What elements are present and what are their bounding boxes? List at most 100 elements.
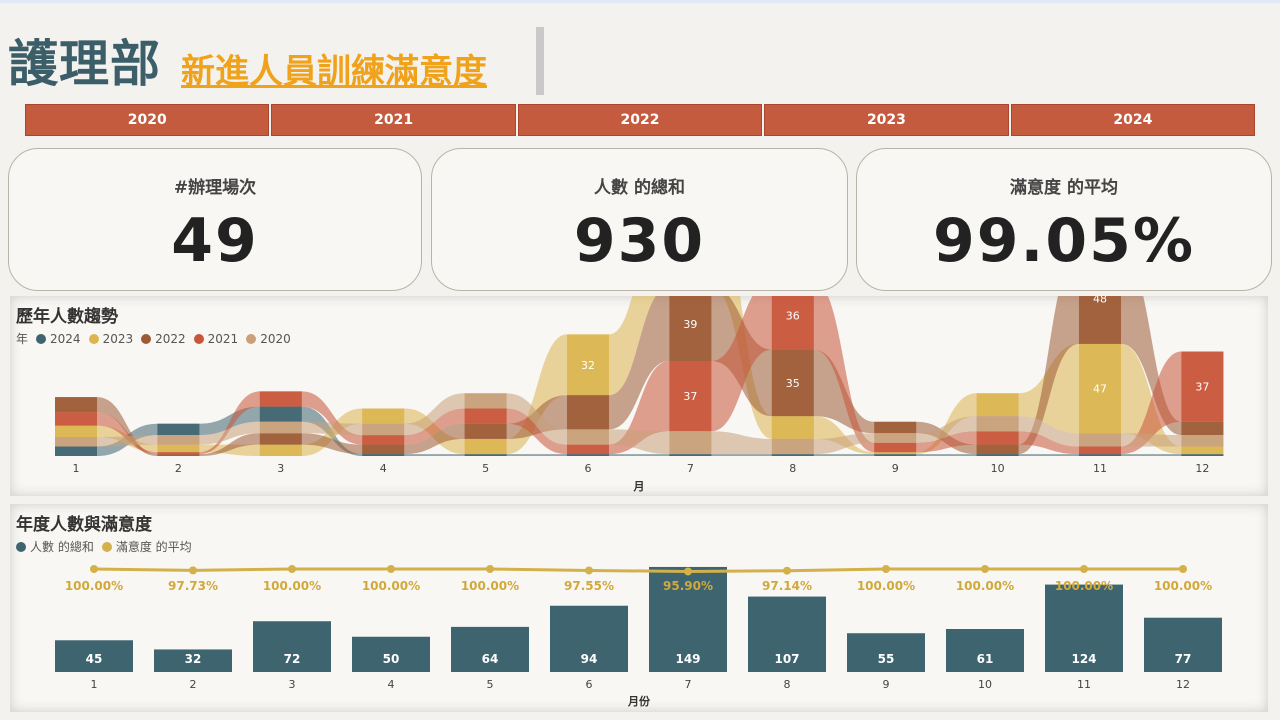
data-label-2021-8: 36 <box>786 309 800 322</box>
kpi-sessions-value: 49 <box>171 206 259 276</box>
line-point-2 <box>189 566 197 575</box>
year-filter-2023[interactable]: 2023 <box>764 104 1009 136</box>
x-tick-4: 4 <box>380 462 387 475</box>
kpi-people-value: 930 <box>573 206 706 276</box>
ribbon-block-2024-2 <box>157 423 200 436</box>
bar-label-12: 77 <box>1175 652 1192 666</box>
ribbon-block-2022-6 <box>567 395 609 430</box>
x-axis-label: 月 <box>633 480 645 493</box>
ribbon-block-2020-8 <box>771 438 814 455</box>
x-tick-12: 12 <box>1176 678 1190 691</box>
satisfaction-line <box>93 567 1183 573</box>
x-tick-11: 11 <box>1093 462 1107 475</box>
ribbon-block-2022-3 <box>259 433 302 445</box>
data-label-2022-7: 39 <box>683 318 697 331</box>
ribbon-block-2020-10 <box>976 416 1019 432</box>
line-label-12: 100.00% <box>1154 579 1212 593</box>
x-tick-3: 3 <box>277 462 284 475</box>
x-tick-9: 9 <box>892 462 899 475</box>
page-subtitle: 新進人員訓練滿意度 <box>181 52 487 92</box>
data-label-2021-7: 37 <box>683 390 697 403</box>
ribbon-block-2024-5 <box>464 454 507 456</box>
line-point-5 <box>486 565 494 573</box>
x-tick-11: 11 <box>1077 678 1091 691</box>
line-point-3 <box>288 565 296 573</box>
combo-chart-panel: 年度人數與滿意度 人數 的總和 滿意度 的平均 45 32 72 50 64 94 149 1… <box>10 504 1268 712</box>
x-tick-9: 9 <box>883 678 890 691</box>
bar-label-11: 124 <box>1071 652 1096 666</box>
line-point-7 <box>684 567 692 576</box>
x-tick-5: 5 <box>487 678 494 691</box>
ribbon-block-2022-5 <box>464 423 507 439</box>
ribbon-block-2023-12 <box>1181 446 1224 455</box>
year-filter-2022[interactable]: 2022 <box>517 104 763 136</box>
ribbon-block-2024-3 <box>259 406 302 422</box>
kpi-card-satisfaction: 滿意度 的平均 99.05% <box>856 148 1272 291</box>
ribbon-block-2020-2 <box>157 435 200 445</box>
x-tick-10: 10 <box>978 678 992 691</box>
line-point-10 <box>981 565 989 573</box>
bar-label-6: 94 <box>581 652 598 666</box>
year-filter-2020[interactable]: 2020 <box>25 104 270 136</box>
ribbon-block-2022-1 <box>55 397 97 413</box>
x-tick-7: 7 <box>687 462 694 475</box>
kpi-sessions-label: #辦理場次 <box>173 178 257 198</box>
ribbon-block-2022-9 <box>874 421 917 434</box>
line-label-7: 95.90% <box>663 579 713 593</box>
data-label-2022-11: 48 <box>1093 296 1107 305</box>
line-label-6: 97.55% <box>564 579 614 593</box>
ribbon-block-2022-10 <box>976 444 1019 455</box>
x-tick-10: 10 <box>991 462 1005 475</box>
line-label-3: 100.00% <box>263 579 321 593</box>
ribbon-block-2020-5 <box>464 393 507 409</box>
line-point-8 <box>783 566 791 575</box>
ribbon-block-2021-1 <box>55 412 97 426</box>
year-filter-2024[interactable]: 2024 <box>1010 104 1256 136</box>
page-title: 護理部 <box>8 35 161 93</box>
ribbon-block-2021-3 <box>259 391 302 407</box>
x-tick-2: 2 <box>175 462 182 475</box>
x-tick-1: 1 <box>73 462 80 475</box>
bar-label-7: 149 <box>675 652 700 666</box>
top-border <box>0 0 1280 3</box>
line-label-9: 100.00% <box>857 579 915 593</box>
ribbon-block-2021-6 <box>567 444 609 455</box>
title-divider <box>536 27 544 95</box>
ribbon-block-2023-5 <box>464 438 507 455</box>
ribbon-block-2023-3 <box>259 444 302 456</box>
x-tick-5: 5 <box>482 462 489 475</box>
line-label-1: 100.00% <box>65 579 123 593</box>
ribbon-block-2024-4 <box>362 454 405 456</box>
ribbon-block-2021-10 <box>976 431 1019 445</box>
line-label-4: 100.00% <box>362 579 420 593</box>
line-point-11 <box>1080 565 1088 573</box>
line-label-10: 100.00% <box>956 579 1014 593</box>
trend-chart-panel: 歷年人數趨勢 年 2024 2023 2022 2021 2020 324739… <box>10 296 1268 496</box>
ribbon-block-2023-9 <box>874 452 917 455</box>
x-tick-4: 4 <box>388 678 395 691</box>
ribbon-block-2020-9 <box>874 433 917 443</box>
ribbon-block-2023-10 <box>976 393 1019 417</box>
ribbon-block-2024-1 <box>55 446 97 456</box>
line-label-8: 97.14% <box>762 579 812 593</box>
ribbon-block-2024-9 <box>874 454 917 456</box>
x-tick-6: 6 <box>585 462 592 475</box>
x-tick-12: 12 <box>1195 462 1209 475</box>
ribbon-block-2024-6 <box>567 454 609 456</box>
ribbon-block-2020-12 <box>1181 435 1224 447</box>
bar-label-4: 50 <box>383 652 400 666</box>
x-tick-2: 2 <box>190 678 197 691</box>
line-label-11: 100.00% <box>1055 579 1113 593</box>
ribbon-block-2020-4 <box>362 423 405 436</box>
trend-chart-svg: 324739373635484737123456789101112月 <box>55 296 1224 493</box>
kpi-people-label: 人數 的總和 <box>594 178 685 198</box>
year-filter-2021[interactable]: 2021 <box>271 104 516 136</box>
line-point-9 <box>882 565 890 573</box>
year-filter-bar: 2020 2021 2022 2023 2024 <box>25 104 1256 136</box>
ribbon-block-2023-8 <box>771 416 814 439</box>
line-point-1 <box>90 565 98 573</box>
combo-chart-svg: 45 32 72 50 64 94 149 107 55 61 124 77100.00% 97.73%… <box>55 565 1222 708</box>
bar-label-3: 72 <box>284 652 301 666</box>
ribbon-block-2020-11 <box>1079 433 1121 447</box>
ribbon-block-2021-8 <box>771 296 814 350</box>
